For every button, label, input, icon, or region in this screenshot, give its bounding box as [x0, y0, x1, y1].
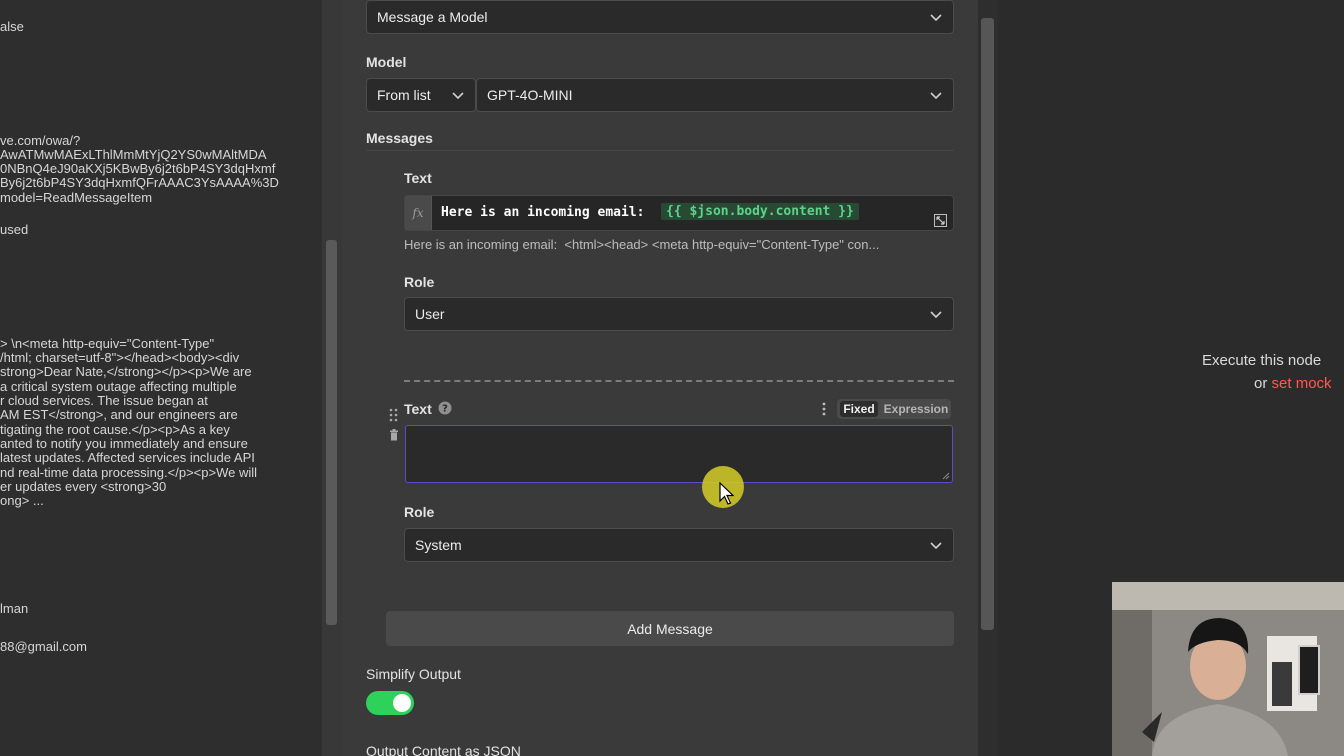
- model-label: Model: [366, 54, 407, 70]
- message2-role-label: Role: [404, 504, 435, 520]
- message1-role-select[interactable]: User: [404, 297, 954, 331]
- operation-select[interactable]: Message a Model: [366, 0, 954, 34]
- fx-icon: fx: [405, 196, 432, 230]
- webcam-overlay: [1112, 582, 1344, 756]
- chevron-down-icon: [452, 92, 464, 100]
- message1-text-label: Text: [404, 170, 432, 186]
- model-mode-select[interactable]: From list: [366, 78, 476, 112]
- fixed-expression-toggle: Fixed Expression: [837, 399, 951, 419]
- expression-prefix: Here is an incoming email:: [441, 205, 645, 220]
- or-set-mock-line: or set mock: [1254, 375, 1332, 392]
- message2-text-label: Text: [404, 401, 432, 417]
- chevron-down-icon: [930, 311, 942, 319]
- message2-role-select[interactable]: System: [404, 528, 954, 562]
- input-line: used: [0, 222, 29, 237]
- input-line: lman: [0, 601, 29, 616]
- messages-label: Messages: [366, 130, 433, 146]
- expression-option[interactable]: Expression: [883, 401, 949, 417]
- left-scrollbar-thumb[interactable]: [326, 240, 337, 625]
- right-scrollbar-thumb[interactable]: [981, 18, 994, 630]
- trash-icon[interactable]: [389, 429, 399, 441]
- operation-value: Message a Model: [377, 9, 488, 25]
- chevron-down-icon: [930, 542, 942, 550]
- message2-role-value: System: [415, 537, 462, 553]
- help-icon[interactable]: ?: [438, 401, 452, 415]
- model-value: GPT-4O-MINI: [487, 87, 573, 103]
- chevron-down-icon: [930, 92, 942, 100]
- message1-expression-input[interactable]: fx Here is an incoming email: {{ $json.b…: [404, 195, 954, 231]
- or-text: or: [1254, 375, 1268, 392]
- input-line: By6j2t6bP4SY3dqHxmfQFrAAAC3YsAAAA%3D: [0, 175, 279, 190]
- input-line: strong>Dear Nate,</strong></p><p>We are: [0, 364, 252, 379]
- input-data-panel: alse ve.com/owa/? AwATMwMAExLThlMmMtYjQ2…: [0, 0, 322, 756]
- resize-handle-icon[interactable]: [942, 472, 950, 480]
- input-line: AM EST</strong>, and our engineers are: [0, 407, 238, 422]
- model-select[interactable]: GPT-4O-MINI: [476, 78, 954, 112]
- message2-text-input[interactable]: [405, 425, 953, 483]
- more-options-icon[interactable]: [822, 402, 826, 416]
- message-separator: [404, 380, 954, 382]
- simplify-output-label: Simplify Output: [366, 666, 461, 682]
- message1-role-label: Role: [404, 274, 435, 290]
- simplify-output-switch[interactable]: [366, 691, 414, 715]
- input-line: alse: [0, 19, 24, 34]
- input-line: model=ReadMessageItem: [0, 190, 153, 205]
- expression-preview: Here is an incoming email: <html><head> …: [404, 237, 880, 252]
- message1-role-value: User: [415, 306, 445, 322]
- expression-variable: {{ $json.body.content }}: [661, 203, 859, 220]
- svg-text:?: ?: [442, 404, 448, 415]
- input-line: 88@gmail.com: [0, 639, 87, 654]
- input-line: latest updates. Affected services includ…: [0, 450, 255, 465]
- execute-node-text: Execute this node: [1202, 352, 1322, 369]
- set-mock-link[interactable]: set mock: [1272, 375, 1332, 392]
- model-mode-value: From list: [377, 87, 431, 103]
- fixed-option[interactable]: Fixed: [840, 401, 878, 417]
- messages-divider: [366, 150, 954, 151]
- chevron-down-icon: [930, 14, 942, 22]
- input-line: ong> ...: [0, 493, 44, 508]
- mouse-cursor-icon: [719, 482, 735, 505]
- node-parameters-panel: Message a Model Model From list GPT-4O-M…: [342, 0, 978, 756]
- drag-handle-icon[interactable]: [389, 408, 398, 422]
- add-message-button[interactable]: Add Message: [386, 611, 954, 646]
- expand-icon[interactable]: [934, 214, 947, 227]
- switch-knob: [393, 694, 411, 712]
- webcam-person-image: [1112, 582, 1344, 756]
- output-json-label: Output Content as JSON: [366, 743, 521, 756]
